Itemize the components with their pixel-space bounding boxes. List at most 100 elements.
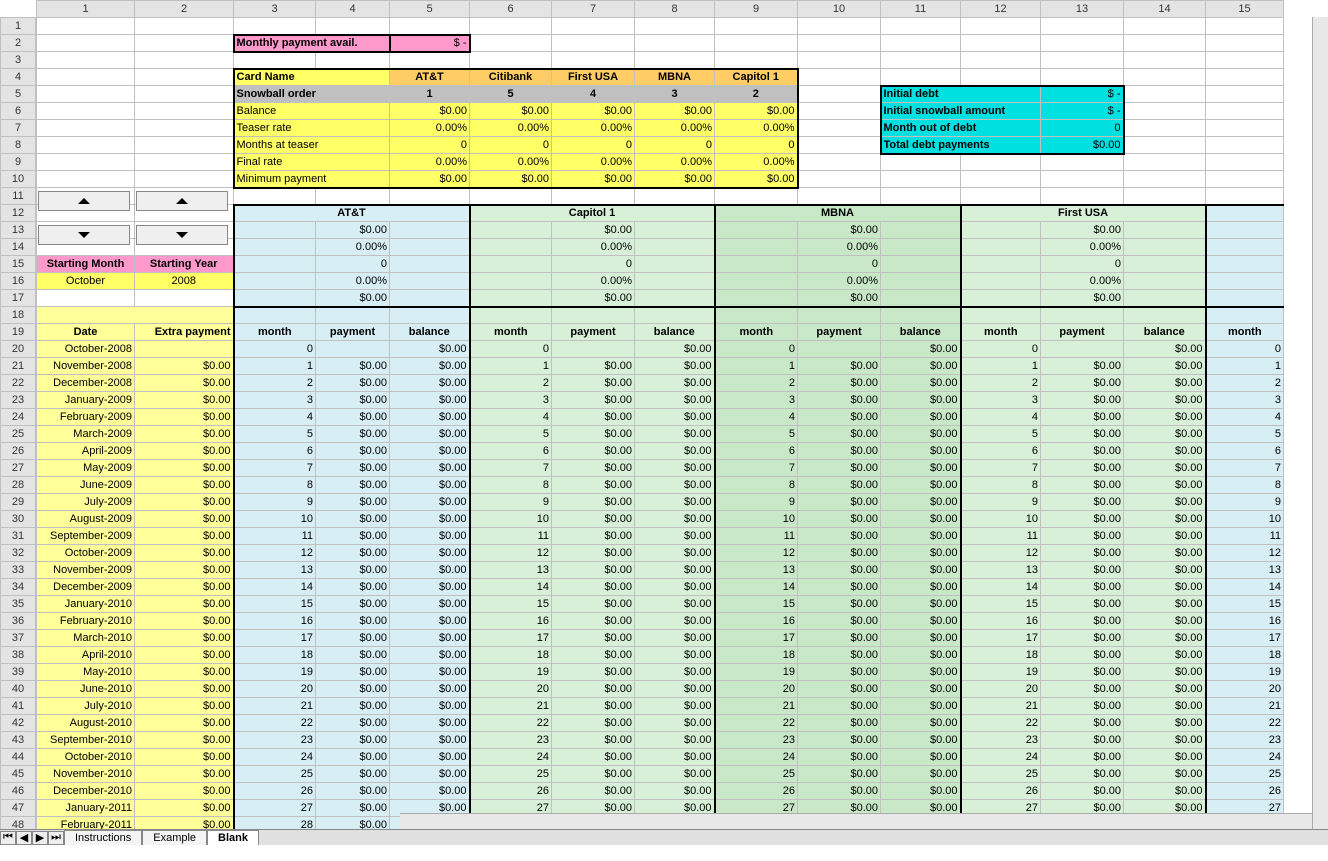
- cell-r41-c5[interactable]: $0.00: [390, 698, 470, 715]
- cell-r25-c6[interactable]: 5: [470, 426, 552, 443]
- cell-grid[interactable]: Monthly payment avail.$ -Card NameAT&TCi…: [36, 17, 1284, 834]
- cell-r6-c14[interactable]: [1124, 103, 1206, 120]
- cell-r21-c3[interactable]: 1: [234, 358, 316, 375]
- cell-r46-c8[interactable]: $0.00: [635, 783, 715, 800]
- cell-r9-c14[interactable]: [1124, 154, 1206, 171]
- cell-r42-c8[interactable]: $0.00: [635, 715, 715, 732]
- cell-r23-c9[interactable]: 3: [715, 392, 798, 409]
- cell-r45-c14[interactable]: $0.00: [1124, 766, 1206, 783]
- cell-r40-c1[interactable]: June-2010: [37, 681, 135, 698]
- cell-r16-c1[interactable]: October: [37, 273, 135, 290]
- cell-r26-c9[interactable]: 6: [715, 443, 798, 460]
- cell-r26-c14[interactable]: $0.00: [1124, 443, 1206, 460]
- cell-r19-c4[interactable]: payment: [316, 324, 390, 341]
- cell-r16-c15[interactable]: [1206, 273, 1284, 290]
- cell-r36-c7[interactable]: $0.00: [552, 613, 635, 630]
- cell-r32-c12[interactable]: 12: [961, 545, 1041, 562]
- cell-r28-c2[interactable]: $0.00: [135, 477, 234, 494]
- cell-r1-c3[interactable]: [234, 18, 316, 35]
- cell-r30-c7[interactable]: $0.00: [552, 511, 635, 528]
- cell-r19-c3[interactable]: month: [234, 324, 316, 341]
- cell-r45-c7[interactable]: $0.00: [552, 766, 635, 783]
- cell-r41-c10[interactable]: $0.00: [798, 698, 881, 715]
- cell-r38-c8[interactable]: $0.00: [635, 647, 715, 664]
- cell-r42-c3[interactable]: 22: [234, 715, 316, 732]
- cell-r46-c3[interactable]: 26: [234, 783, 316, 800]
- cell-r18-c7[interactable]: [552, 307, 635, 324]
- cell-r24-c9[interactable]: 4: [715, 409, 798, 426]
- cell-r46-c14[interactable]: $0.00: [1124, 783, 1206, 800]
- cell-r44-c5[interactable]: $0.00: [390, 749, 470, 766]
- cell-r26-c5[interactable]: $0.00: [390, 443, 470, 460]
- cell-r24-c12[interactable]: 4: [961, 409, 1041, 426]
- cell-r33-c8[interactable]: $0.00: [635, 562, 715, 579]
- cell-r36-c2[interactable]: $0.00: [135, 613, 234, 630]
- cell-r25-c8[interactable]: $0.00: [635, 426, 715, 443]
- cell-r12-c6[interactable]: Capitol 1: [470, 205, 715, 222]
- cell-r26-c2[interactable]: $0.00: [135, 443, 234, 460]
- cell-r25-c15[interactable]: 5: [1206, 426, 1284, 443]
- cell-r27-c14[interactable]: $0.00: [1124, 460, 1206, 477]
- cell-r36-c3[interactable]: 16: [234, 613, 316, 630]
- sheet-tab-blank[interactable]: Blank: [207, 830, 259, 845]
- cell-r46-c10[interactable]: $0.00: [798, 783, 881, 800]
- cell-r30-c2[interactable]: $0.00: [135, 511, 234, 528]
- cell-r20-c2[interactable]: [135, 341, 234, 358]
- cell-r36-c4[interactable]: $0.00: [316, 613, 390, 630]
- cell-r9-c15[interactable]: [1206, 154, 1284, 171]
- cell-r17-c9[interactable]: [715, 290, 798, 307]
- cell-r3-c6[interactable]: [470, 52, 552, 69]
- cell-r46-c11[interactable]: $0.00: [881, 783, 961, 800]
- cell-r31-c12[interactable]: 11: [961, 528, 1041, 545]
- cell-r13-c10[interactable]: $0.00: [798, 222, 881, 239]
- cell-r44-c15[interactable]: 24: [1206, 749, 1284, 766]
- cell-r16-c6[interactable]: [470, 273, 552, 290]
- cell-r30-c5[interactable]: $0.00: [390, 511, 470, 528]
- cell-r43-c7[interactable]: $0.00: [552, 732, 635, 749]
- cell-r30-c3[interactable]: 10: [234, 511, 316, 528]
- cell-r43-c3[interactable]: 23: [234, 732, 316, 749]
- cell-r14-c13[interactable]: 0.00%: [1041, 239, 1124, 256]
- cell-r23-c6[interactable]: 3: [470, 392, 552, 409]
- cell-r17-c4[interactable]: $0.00: [316, 290, 390, 307]
- cell-r10-c15[interactable]: [1206, 171, 1284, 188]
- cell-r26-c1[interactable]: April-2009: [37, 443, 135, 460]
- cell-r2-c2[interactable]: [135, 35, 234, 52]
- cell-r18-c1[interactable]: [37, 307, 234, 324]
- cell-r45-c1[interactable]: November-2010: [37, 766, 135, 783]
- cell-r3-c2[interactable]: [135, 52, 234, 69]
- cell-r35-c12[interactable]: 15: [961, 596, 1041, 613]
- cell-r17-c14[interactable]: [1124, 290, 1206, 307]
- cell-r1-c11[interactable]: [881, 18, 961, 35]
- cell-r9-c11[interactable]: [881, 154, 961, 171]
- cell-r11-c8[interactable]: [635, 188, 715, 205]
- cell-r23-c10[interactable]: $0.00: [798, 392, 881, 409]
- cell-r35-c9[interactable]: 15: [715, 596, 798, 613]
- cell-r25-c5[interactable]: $0.00: [390, 426, 470, 443]
- cell-r38-c6[interactable]: 18: [470, 647, 552, 664]
- cell-r1-c5[interactable]: [390, 18, 470, 35]
- cell-r32-c9[interactable]: 12: [715, 545, 798, 562]
- cell-r5-c3[interactable]: Snowball order: [234, 86, 390, 103]
- cell-r10-c11[interactable]: [881, 171, 961, 188]
- cell-r7-c7[interactable]: 0.00%: [552, 120, 635, 137]
- cell-r10-c9[interactable]: $0.00: [715, 171, 798, 188]
- cell-r39-c1[interactable]: May-2010: [37, 664, 135, 681]
- cell-r15-c1[interactable]: Starting Month: [37, 256, 135, 273]
- cell-r10-c3[interactable]: Minimum payment: [234, 171, 390, 188]
- cell-r34-c6[interactable]: 14: [470, 579, 552, 596]
- cell-r18-c14[interactable]: [1124, 307, 1206, 324]
- cell-r42-c1[interactable]: August-2010: [37, 715, 135, 732]
- cell-r10-c1[interactable]: [37, 171, 135, 188]
- cell-r37-c8[interactable]: $0.00: [635, 630, 715, 647]
- cell-r32-c8[interactable]: $0.00: [635, 545, 715, 562]
- cell-r37-c4[interactable]: $0.00: [316, 630, 390, 647]
- cell-r28-c7[interactable]: $0.00: [552, 477, 635, 494]
- month-spinner-down[interactable]: [38, 225, 130, 245]
- cell-r40-c5[interactable]: $0.00: [390, 681, 470, 698]
- cell-r7-c15[interactable]: [1206, 120, 1284, 137]
- cell-r2-c6[interactable]: [470, 35, 552, 52]
- cell-r9-c9[interactable]: 0.00%: [715, 154, 798, 171]
- cell-r33-c10[interactable]: $0.00: [798, 562, 881, 579]
- cell-r3-c11[interactable]: [881, 52, 961, 69]
